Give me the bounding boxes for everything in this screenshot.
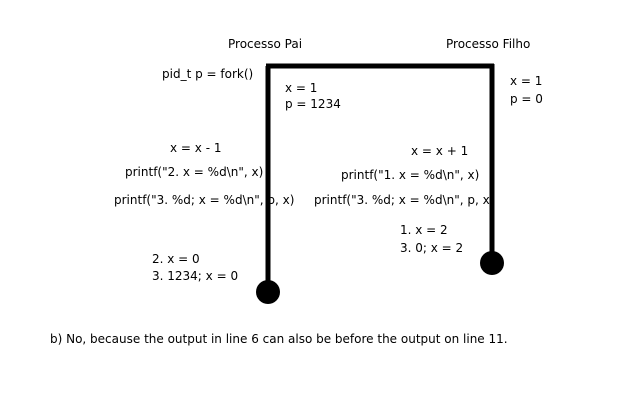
answer-text: b) No, because the output in line 6 can … [50,332,508,346]
child-output-line: 1. x = 2 [400,223,448,237]
child-p-value: p = 0 [510,92,543,106]
parent-process-title: Processo Pai [228,37,303,51]
parent-end-node [256,280,280,304]
parent-code-line: x = x - 1 [170,141,222,155]
parent-output-line: 2. x = 0 [152,252,200,266]
parent-code-line: printf("3. %d; x = %d\n", p, x) [114,193,295,207]
child-end-node [480,251,504,275]
parent-code-line: printf("2. x = %d\n", x) [125,165,264,179]
child-x-value: x = 1 [510,74,543,88]
child-output-line: 3. 0; x = 2 [400,241,464,255]
parent-x-value: x = 1 [285,81,318,95]
child-process-title: Processo Filho [446,37,531,51]
parent-p-value: p = 1234 [285,97,341,111]
parent-output-line: 3. 1234; x = 0 [152,269,239,283]
child-code-line: x = x + 1 [411,144,469,158]
child-code-line: printf("1. x = %d\n", x) [341,168,480,182]
child-code-line: printf("3. %d; x = %d\n", p, x [314,193,490,207]
fork-call-label: pid_t p = fork() [162,67,254,81]
